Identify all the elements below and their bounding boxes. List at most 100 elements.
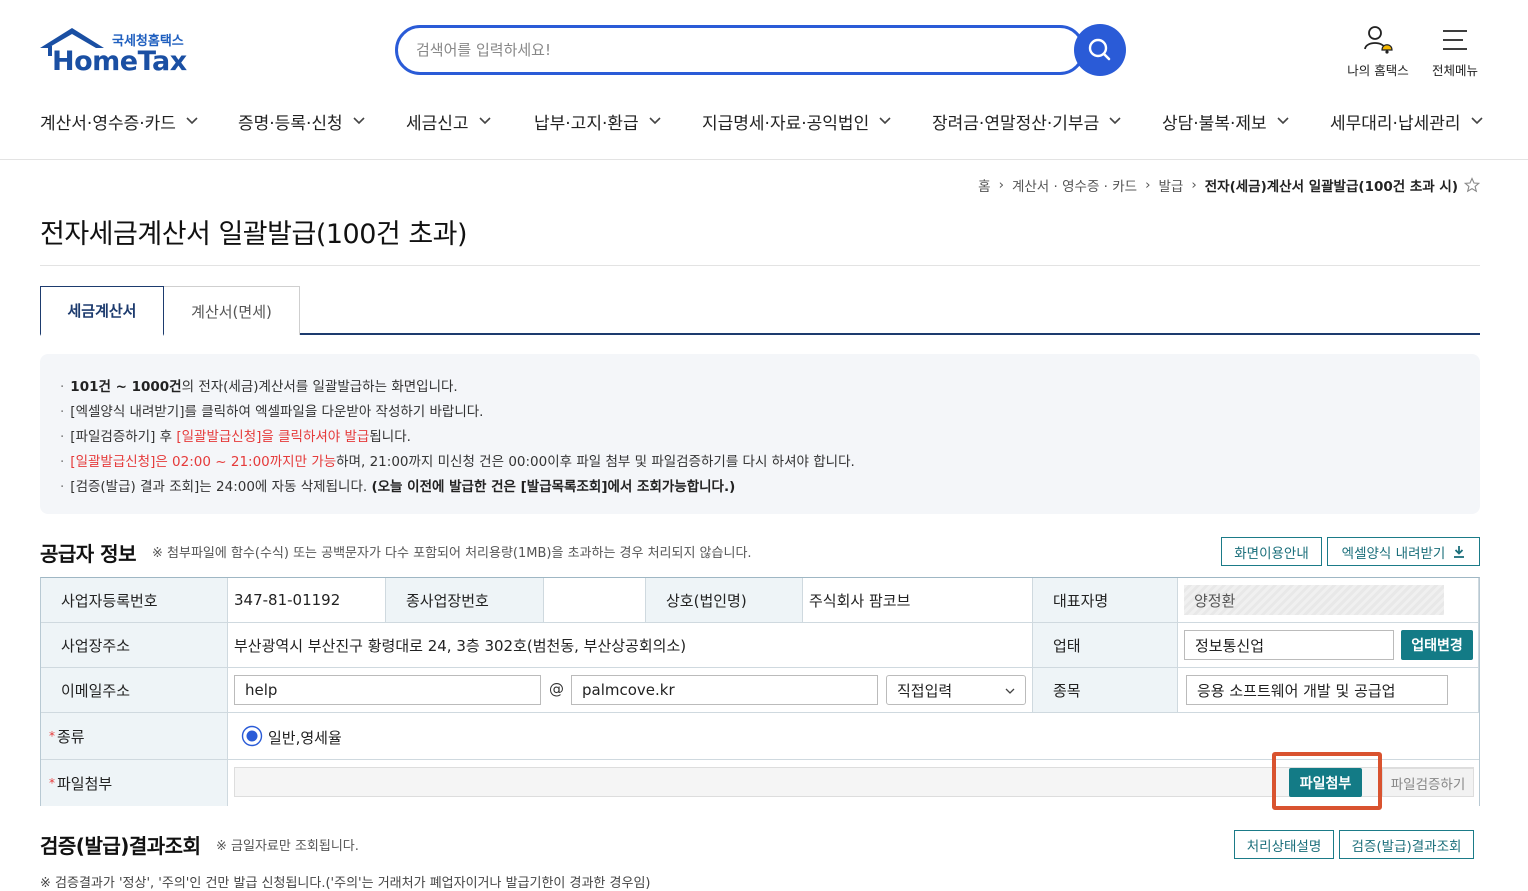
gnb-item-payment[interactable]: 납부·고지·환급	[534, 104, 661, 138]
biz-item-cell: 응용 소프트웨어 개발 및 공급업	[1178, 668, 1479, 713]
search-box	[395, 25, 1085, 75]
page-title: 전자세금계산서 일괄발급(100건 초과)	[40, 219, 468, 250]
biz-type-field[interactable]: 정보통신업	[1184, 630, 1394, 660]
info-bold-text: 101건 ~ 1000건	[70, 379, 182, 395]
gnb-item-tax-report[interactable]: 세금신고	[406, 104, 491, 138]
info-text: [엑셀양식 내려받기]를 클릭하여 엑셀파일을 다운받아 작성하기 바랍니다.	[70, 404, 484, 420]
gnb-item-consult[interactable]: 상담·불복·제보	[1162, 104, 1289, 138]
verify-file-button[interactable]: 파일검증하기	[1382, 768, 1474, 797]
label-biz-item: 종목	[1033, 668, 1178, 713]
label-sub-biz-no: 종사업장번호	[386, 578, 544, 623]
email-domain-field[interactable]: palmcove.kr	[571, 675, 878, 705]
label-email: 이메일주소	[41, 668, 228, 713]
tab-tax-invoice[interactable]: 세금계산서	[40, 286, 164, 336]
ceo-cell: 양정환	[1178, 578, 1479, 623]
chevron-down-icon	[1005, 688, 1015, 694]
breadcrumb: 홈 › 계산서 · 영수증 · 카드 › 발급 › 전자(세금)계산서 일괄발급…	[978, 175, 1480, 195]
main-navigation: 계산서·영수증·카드 증명·등록·신청 세금신고 납부·고지·환급 지급명세·자…	[0, 104, 1528, 138]
value-company: 주식회사 팜코브	[803, 578, 1033, 623]
gnb-item-incentive[interactable]: 장려금·연말정산·기부금	[932, 104, 1121, 138]
gnb-item-invoice[interactable]: 계산서·영수증·카드	[40, 104, 198, 138]
required-mark: *	[49, 776, 55, 790]
download-icon	[1454, 546, 1465, 558]
star-icon[interactable]	[1464, 177, 1480, 193]
chevron-down-icon	[186, 117, 198, 125]
info-text: [파일검증하기] 후	[70, 429, 177, 445]
gnb-label: 상담·불복·제보	[1162, 113, 1267, 134]
status-description-button[interactable]: 처리상태설명	[1234, 830, 1334, 859]
label-biz-no: 사업자등록번호	[41, 578, 228, 623]
email-domain-select[interactable]: 직접입력	[886, 675, 1026, 705]
divider	[40, 265, 1480, 266]
verify-result-button[interactable]: 검증(발급)결과조회	[1339, 830, 1474, 859]
verify-section-title: 검증(발급)결과조회	[40, 834, 201, 858]
info-bold-text: (오늘 이전에 발급한 건은 [발급목록조회]에서 조회가능합니다.)	[371, 479, 736, 495]
gnb-label: 계산서·영수증·카드	[40, 113, 176, 134]
tab-bar: 세금계산서 계산서(면세)	[40, 286, 1480, 336]
gnb-label: 증명·등록·신청	[238, 113, 343, 134]
chevron-down-icon	[879, 117, 891, 125]
info-box: · 101건 ~ 1000건의 전자(세금)계산서를 일괄발급하는 화면입니다. …	[40, 354, 1480, 514]
excel-download-button[interactable]: 엑셀양식 내려받기	[1327, 537, 1480, 566]
label-biz-type: 업태	[1033, 623, 1178, 668]
hometax-logo[interactable]: 국세청홈택스 HomeTax	[38, 26, 198, 77]
my-hometax-label: 나의 홈택스	[1347, 63, 1409, 78]
info-text: [검증(발급) 결과 조회]는 24:00에 자동 삭제됩니다.	[70, 479, 372, 495]
tab-invoice-exempt[interactable]: 계산서(면세)	[164, 286, 300, 335]
supplier-info-table: 사업자등록번호 347-81-01192 종사업장번호 상호(법인명) 주식회사…	[40, 577, 1480, 810]
info-line: · 101건 ~ 1000건의 전자(세금)계산서를 일괄발급하는 화면입니다.	[60, 379, 458, 395]
attach-file-button[interactable]: 파일첨부	[1289, 768, 1362, 797]
label-attach: * 파일첨부	[41, 760, 228, 806]
breadcrumb-separator: ›	[1145, 177, 1151, 193]
label-company: 상호(법인명)	[646, 578, 803, 623]
email-id-field[interactable]: help	[234, 675, 541, 705]
info-line: · [엑셀양식 내려받기]를 클릭하여 엑셀파일을 다운받아 작성하기 바랍니다.	[60, 404, 484, 420]
gnb-item-certificate[interactable]: 증명·등록·신청	[238, 104, 365, 138]
search-input[interactable]	[416, 38, 1036, 62]
attach-cell: 파일첨부 파일검증하기	[228, 752, 1479, 810]
gnb-item-statement[interactable]: 지급명세·자료·공익법인	[702, 104, 891, 138]
chevron-down-icon	[478, 117, 491, 125]
biz-item-field[interactable]: 응용 소프트웨어 개발 및 공급업	[1186, 675, 1448, 705]
biz-type-cell: 정보통신업 업태변경	[1178, 623, 1479, 668]
chevron-down-icon	[1109, 117, 1121, 125]
email-cell: help @ palmcove.kr 직접입력	[228, 668, 1033, 713]
chevron-down-icon	[1277, 117, 1289, 125]
breadcrumb-home[interactable]: 홈	[978, 175, 990, 195]
value-sub-biz-no	[544, 578, 646, 623]
info-red-text: [일괄발급신청]을 클릭하셔야 발급	[176, 429, 370, 445]
label-attach-text: 파일첨부	[57, 774, 113, 793]
search-button[interactable]	[1074, 24, 1126, 76]
gnb-label: 지급명세·자료·공익법인	[702, 113, 870, 134]
change-biz-type-button[interactable]: 업태변경	[1401, 630, 1473, 660]
verify-note: ※ 금일자료만 조회됩니다.	[216, 839, 359, 854]
info-text: 하며, 21:00까지 미신청 건은 00:00이후 파일 첨부 및 파일검증하…	[336, 454, 855, 470]
info-line: · [일괄발급신청]은 02:00 ~ 21:00까지만 가능하며, 21:00까…	[60, 454, 855, 470]
value-biz-no: 347-81-01192	[228, 578, 386, 623]
radio-button-selected[interactable]	[241, 725, 263, 747]
chevron-down-icon	[353, 117, 365, 125]
chevron-down-icon	[1470, 117, 1483, 125]
label-kind: * 종류	[41, 713, 228, 760]
supplier-section-title: 공급자 정보	[40, 542, 136, 566]
excel-download-label: 엑셀양식 내려받기	[1341, 545, 1446, 562]
info-line: · [검증(발급) 결과 조회]는 24:00에 자동 삭제됩니다. (오늘 이전…	[60, 479, 736, 495]
gnb-label: 납부·고지·환급	[534, 113, 639, 134]
breadcrumb-issue[interactable]: 발급	[1158, 175, 1183, 195]
breadcrumb-current: 전자(세금)계산서 일괄발급(100건 초과 시)	[1204, 179, 1458, 195]
breadcrumb-invoice[interactable]: 계산서 · 영수증 · 카드	[1012, 175, 1137, 195]
value-address: 부산광역시 부산진구 황령대로 24, 3층 302호(범천동, 부산상공회의소…	[228, 623, 1033, 668]
gnb-label: 장려금·연말정산·기부금	[932, 113, 1100, 134]
breadcrumb-separator: ›	[1191, 177, 1197, 193]
chevron-down-icon	[649, 117, 661, 125]
radio-label-general[interactable]: 일반,영세율	[268, 727, 342, 748]
gnb-item-agent[interactable]: 세무대리·납세관리	[1330, 104, 1483, 138]
label-address: 사업장주소	[41, 623, 228, 668]
info-line: · [파일검증하기] 후 [일괄발급신청]을 클릭하셔야 발급됩니다.	[60, 429, 411, 445]
screen-guide-button[interactable]: 화면이용안내	[1221, 537, 1322, 566]
ceo-field: 양정환	[1184, 585, 1444, 615]
breadcrumb-separator: ›	[998, 177, 1004, 193]
gnb-label: 세무대리·납세관리	[1330, 113, 1461, 134]
logo-english: HomeTax	[52, 46, 187, 77]
supplier-note: ※ 첨부파일에 함수(수식) 또는 공백문자가 다수 포함되어 처리용량(1MB…	[152, 546, 752, 561]
